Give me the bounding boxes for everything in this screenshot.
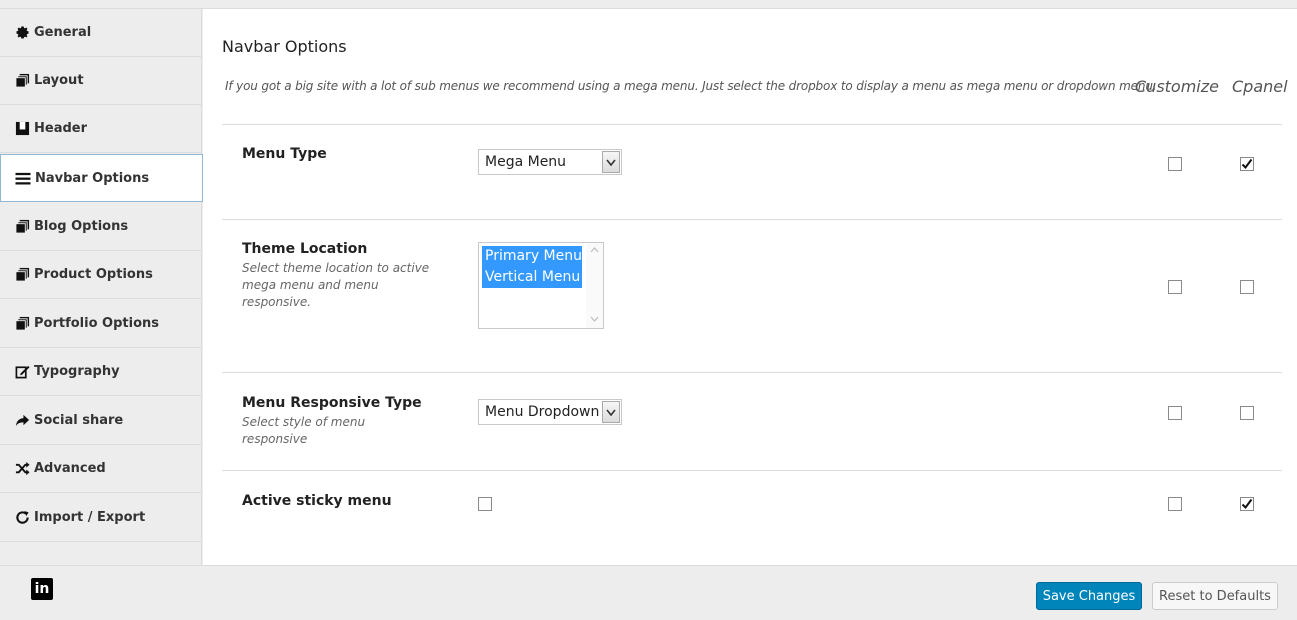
- page-title: Navbar Options: [222, 37, 347, 56]
- listbox-scrollbar[interactable]: [586, 243, 603, 328]
- sidebar-item-portfolio-options[interactable]: Portfolio Options: [0, 300, 202, 348]
- option-primary-menu[interactable]: Primary Menu: [482, 246, 582, 267]
- header-icon: [14, 121, 30, 137]
- theme-location-label: Theme Location: [242, 241, 368, 257]
- sidebar-item-label: Portfolio Options: [34, 316, 159, 331]
- sidebar: General Layout Header Navbar Options Blo…: [0, 9, 203, 565]
- sidebar-item-label: Typography: [34, 364, 120, 379]
- copy-icon: [14, 267, 30, 283]
- options-panel: Navbar Options If you got a big site wit…: [203, 9, 1297, 565]
- edit-icon: [14, 364, 30, 380]
- select-value: Menu Dropdown: [485, 404, 600, 420]
- linkedin-icon[interactable]: in: [31, 578, 53, 600]
- random-icon: [14, 461, 30, 477]
- sidebar-item-advanced[interactable]: Advanced: [0, 445, 202, 493]
- active-sticky-menu-label: Active sticky menu: [242, 493, 392, 509]
- theme-location-multiselect[interactable]: Primary Menu Vertical Menu: [478, 242, 604, 329]
- sticky-menu-cpanel-checkbox[interactable]: [1240, 497, 1254, 511]
- menu-type-customize-checkbox[interactable]: [1168, 157, 1182, 171]
- copy-icon: [14, 73, 30, 89]
- checkmark-icon: [1241, 158, 1253, 170]
- sidebar-item-header[interactable]: Header: [0, 105, 202, 153]
- share-icon: [14, 413, 30, 429]
- row-divider: [222, 124, 1282, 125]
- option-vertical-menu[interactable]: Vertical Menu: [482, 267, 582, 288]
- row-divider: [222, 470, 1282, 471]
- copy-icon: [14, 316, 30, 332]
- save-changes-button[interactable]: Save Changes: [1036, 582, 1142, 610]
- sidebar-item-label: Advanced: [34, 461, 106, 476]
- copy-icon: [14, 219, 30, 235]
- section-description: If you got a big site with a lot of sub …: [225, 79, 1157, 93]
- menu-responsive-type-description: Select style of menu responsive: [242, 415, 366, 446]
- refresh-icon: [14, 510, 30, 526]
- sidebar-item-label: Navbar Options: [35, 170, 150, 186]
- checkmark-icon: [1241, 498, 1253, 510]
- sidebar-item-label: Product Options: [34, 267, 153, 282]
- menu-responsive-cpanel-checkbox[interactable]: [1240, 406, 1254, 420]
- sidebar-item-blog-options[interactable]: Blog Options: [0, 203, 202, 251]
- menu-responsive-customize-checkbox[interactable]: [1168, 406, 1182, 420]
- row-divider: [222, 372, 1282, 373]
- bars-icon: [15, 170, 31, 186]
- menu-responsive-type-label: Menu Responsive Type: [242, 395, 422, 411]
- column-header-customize: Customize: [1135, 77, 1219, 96]
- row-divider: [222, 219, 1282, 220]
- chevron-down-icon: [602, 401, 620, 423]
- theme-location-description: Select theme location to active mega men…: [242, 261, 430, 309]
- sidebar-item-product-options[interactable]: Product Options: [0, 251, 202, 299]
- menu-type-label: Menu Type: [242, 146, 327, 162]
- scroll-up-icon: [590, 247, 599, 253]
- sidebar-item-label: Layout: [34, 73, 84, 88]
- sidebar-item-label: Social share: [34, 413, 124, 428]
- theme-location-cpanel-checkbox[interactable]: [1240, 280, 1254, 294]
- menu-type-cpanel-checkbox[interactable]: [1240, 157, 1254, 171]
- top-bar: [0, 0, 1297, 9]
- theme-location-customize-checkbox[interactable]: [1168, 280, 1182, 294]
- scroll-down-icon: [590, 316, 599, 322]
- footer-bar: in Save Changes Reset to Defaults: [0, 565, 1297, 620]
- column-header-cpanel: Cpanel: [1232, 77, 1288, 96]
- sidebar-item-label: Blog Options: [34, 219, 129, 234]
- sticky-menu-customize-checkbox[interactable]: [1168, 497, 1182, 511]
- sidebar-item-label: Header: [34, 121, 88, 136]
- reset-to-defaults-button[interactable]: Reset to Defaults: [1152, 582, 1278, 610]
- menu-type-select[interactable]: Mega Menu: [478, 149, 622, 175]
- menu-responsive-type-select[interactable]: Menu Dropdown: [478, 399, 622, 425]
- sidebar-item-label: Import / Export: [34, 510, 146, 525]
- sidebar-item-label: General: [34, 25, 92, 40]
- select-value: Mega Menu: [485, 154, 567, 170]
- gear-icon: [14, 25, 30, 41]
- sidebar-item-social-share[interactable]: Social share: [0, 397, 202, 445]
- sidebar-item-typography[interactable]: Typography: [0, 348, 202, 396]
- sidebar-item-import-export[interactable]: Import / Export: [0, 494, 202, 542]
- sidebar-item-general[interactable]: General: [0, 9, 202, 57]
- sidebar-item-navbar-options[interactable]: Navbar Options: [0, 154, 203, 202]
- sidebar-item-layout[interactable]: Layout: [0, 57, 202, 105]
- chevron-down-icon: [602, 151, 620, 173]
- active-sticky-menu-checkbox[interactable]: [478, 497, 492, 511]
